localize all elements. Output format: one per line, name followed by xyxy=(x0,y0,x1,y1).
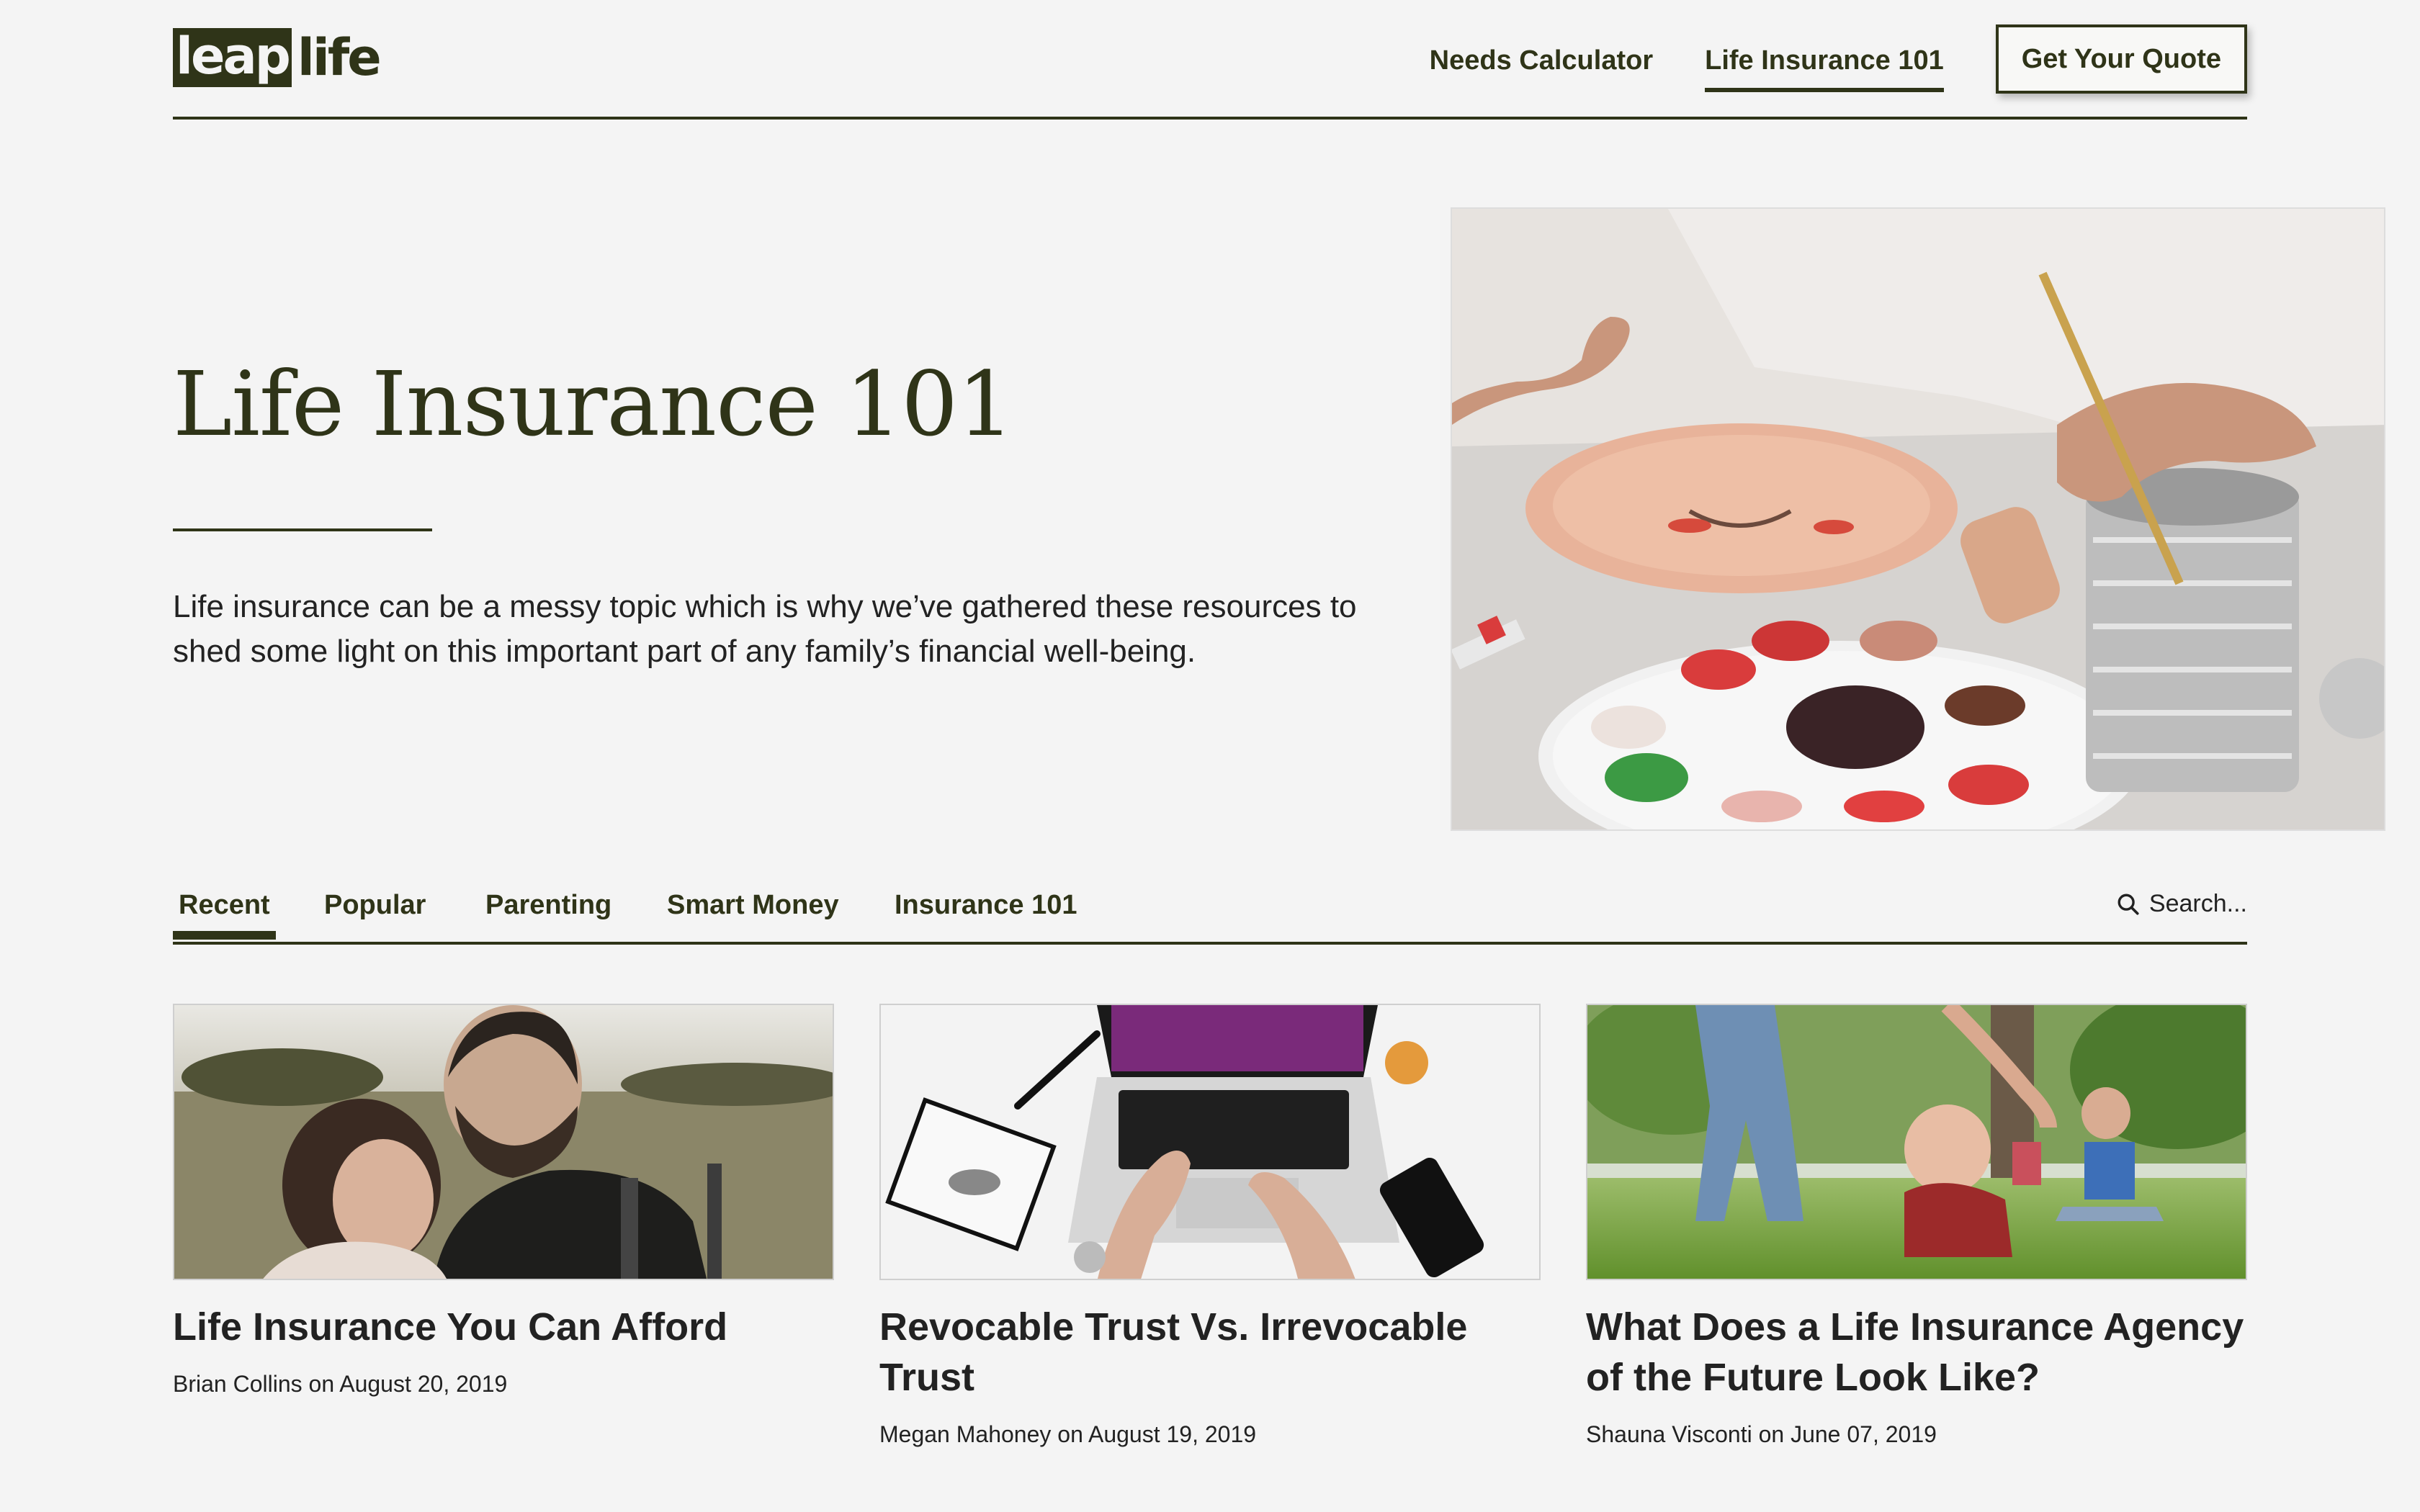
article-card[interactable]: What Does a Life Insurance Agency of the… xyxy=(1586,1004,2247,1448)
tab-parenting[interactable]: Parenting xyxy=(480,881,617,937)
article-byline: Shauna Visconti on June 07, 2019 xyxy=(1586,1421,1937,1447)
article-card[interactable]: Life Insurance You Can Afford Brian Coll… xyxy=(173,1004,834,1398)
title-divider xyxy=(173,528,432,531)
search-icon xyxy=(2118,894,2139,915)
tab-smart-money[interactable]: Smart Money xyxy=(661,881,845,937)
site-header: leap life Needs Calculator Life Insuranc… xyxy=(173,0,2247,120)
search-field[interactable]: Search... xyxy=(2116,890,2247,918)
tab-recent[interactable]: Recent xyxy=(173,881,276,940)
page-title: Life Insurance 101 xyxy=(173,353,1014,456)
main-nav: Needs Calculator Life Insurance 101 Get … xyxy=(1430,24,2247,94)
logo-leap: leap xyxy=(173,28,292,87)
article-card[interactable]: Revocable Trust Vs. Irrevocable Trust Me… xyxy=(879,1004,1541,1448)
search-placeholder: Search... xyxy=(2148,890,2247,917)
hero-description: Life insurance can be a messy topic whic… xyxy=(173,589,1357,669)
article-title[interactable]: What Does a Life Insurance Agency of the… xyxy=(1586,1302,2247,1403)
logo-life: life xyxy=(297,28,382,87)
get-your-quote-button[interactable]: Get Your Quote xyxy=(1995,24,2247,94)
nav-life-insurance-101[interactable]: Life Insurance 101 xyxy=(1705,27,1944,92)
article-byline: Megan Mahoney on August 19, 2019 xyxy=(879,1421,1257,1447)
hero-image-painting-craft xyxy=(1451,207,2385,831)
article-image-baby-crawling[interactable] xyxy=(1586,1004,2247,1280)
nav-needs-calculator[interactable]: Needs Calculator xyxy=(1430,27,1653,92)
article-image-laptop-desk[interactable] xyxy=(879,1004,1541,1280)
category-tabs: Recent Popular Parenting Smart Money Ins… xyxy=(173,881,2247,945)
tab-insurance-101[interactable]: Insurance 101 xyxy=(889,881,1083,937)
article-title[interactable]: Life Insurance You Can Afford xyxy=(173,1302,834,1352)
article-title[interactable]: Revocable Trust Vs. Irrevocable Trust xyxy=(879,1302,1541,1403)
tab-popular[interactable]: Popular xyxy=(318,881,431,937)
leaplife-logo[interactable]: leap life xyxy=(173,27,382,88)
article-image-father-daughter[interactable] xyxy=(173,1004,834,1280)
article-byline: Brian Collins on August 20, 2019 xyxy=(173,1371,508,1397)
